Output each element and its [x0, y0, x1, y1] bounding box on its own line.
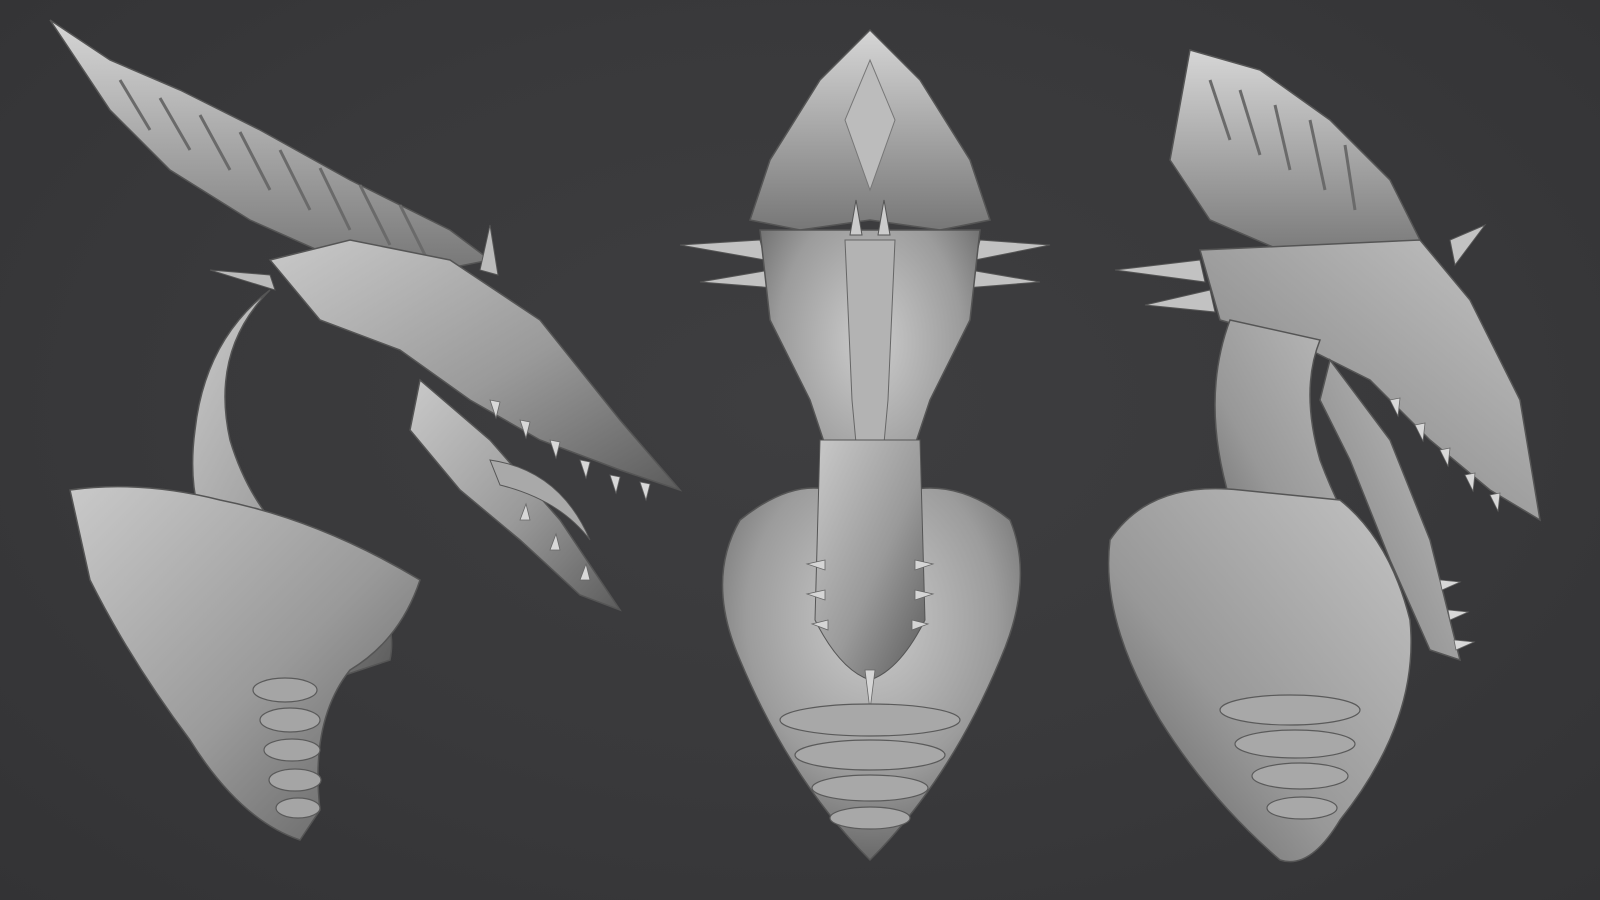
- horn: [209, 269, 276, 291]
- horn: [1114, 259, 1206, 283]
- horn: [1144, 289, 1216, 313]
- crest: [49, 19, 492, 271]
- crest: [1169, 49, 1422, 261]
- neck: [814, 439, 926, 681]
- horn: [479, 224, 499, 276]
- render-viewport: [0, 0, 1600, 900]
- horn: [974, 239, 1051, 261]
- horn: [679, 239, 766, 261]
- front-view-dragon-sculpt: [679, 28, 1051, 862]
- horn: [1449, 223, 1487, 267]
- chest: [1107, 487, 1412, 863]
- side-view-dragon-sculpt: [49, 19, 683, 841]
- horn: [964, 269, 1041, 289]
- horn: [699, 269, 776, 289]
- three-quarter-view-dragon-sculpt: [1107, 49, 1542, 863]
